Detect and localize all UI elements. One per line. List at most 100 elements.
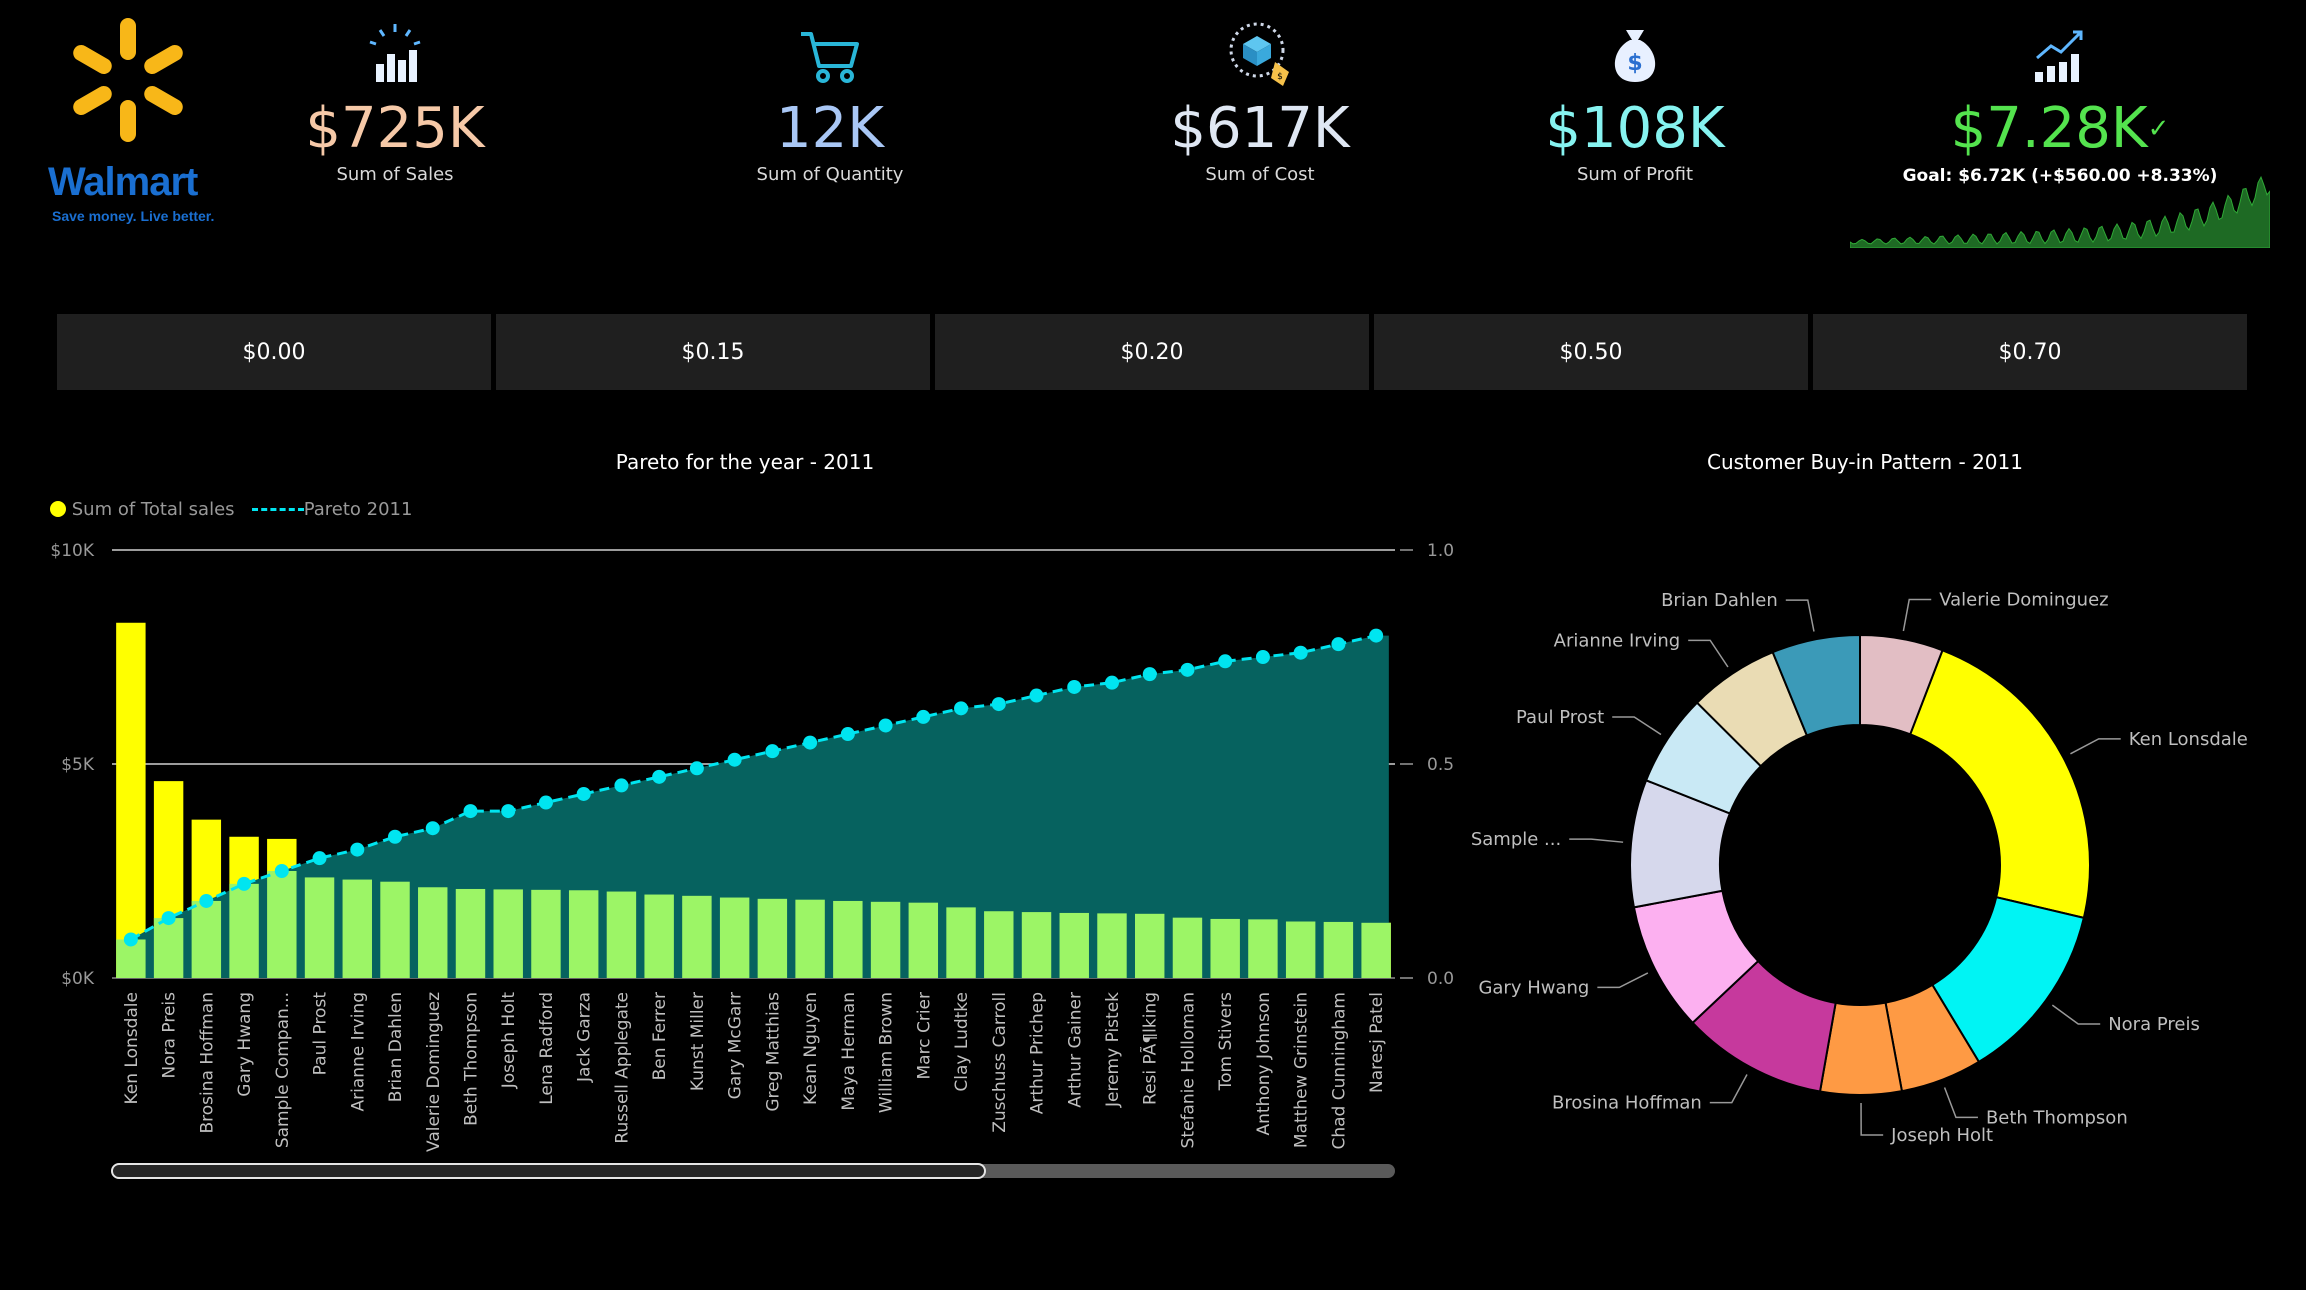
- bar-total-sales-overlay[interactable]: [380, 881, 410, 978]
- bar-total-sales-overlay[interactable]: [1021, 912, 1052, 978]
- bar-total-sales-overlay[interactable]: [493, 889, 523, 978]
- bar-total-sales-overlay[interactable]: [1172, 917, 1203, 978]
- x-tick-label: Lena Radford: [537, 992, 557, 1105]
- bar-total-sales-overlay[interactable]: [1361, 922, 1391, 978]
- pareto-point[interactable]: [991, 697, 1006, 712]
- kpi-value: $725K: [305, 96, 485, 161]
- pareto-point[interactable]: [1142, 667, 1157, 682]
- x-tick-label: Russell Applegate: [612, 992, 632, 1144]
- bar-total-sales-overlay[interactable]: [418, 887, 448, 978]
- bar-total-sales-overlay[interactable]: [1059, 912, 1089, 978]
- bar-total-sales-overlay[interactable]: [644, 894, 674, 978]
- bar-total-sales-overlay[interactable]: [304, 877, 335, 978]
- bar-total-sales-overlay[interactable]: [1323, 921, 1354, 978]
- donut-slice-label: Arianne Irving: [1554, 630, 1681, 651]
- price-tag-box-icon: $: [1229, 22, 1289, 86]
- scrollbar-thumb[interactable]: [111, 1163, 986, 1179]
- x-tick-label: Paul Prost: [311, 992, 331, 1076]
- legend-dash-icon: [251, 508, 304, 511]
- bar-chart-sparkle-icon: [369, 24, 421, 82]
- bar-total-sales-overlay[interactable]: [1210, 918, 1240, 978]
- shopping-cart-icon: [801, 32, 859, 83]
- slicer-button-0[interactable]: $0.00: [57, 314, 491, 390]
- bar-total-sales-overlay[interactable]: [870, 901, 901, 978]
- pareto-point[interactable]: [727, 752, 742, 767]
- pareto-point[interactable]: [954, 701, 969, 716]
- pareto-point[interactable]: [388, 829, 403, 844]
- bar-total-sales-overlay[interactable]: [568, 890, 599, 978]
- bar-total-sales-overlay[interactable]: [342, 879, 372, 978]
- bar-total-sales-overlay[interactable]: [833, 900, 863, 978]
- donut-slice-label: Nora Preis: [2108, 1014, 2200, 1035]
- x-tick-label: Kunst Miller: [688, 992, 708, 1091]
- pareto-point[interactable]: [614, 778, 629, 793]
- pareto-point[interactable]: [1067, 679, 1082, 694]
- bar-total-sales-overlay[interactable]: [1248, 919, 1278, 978]
- bar-total-sales-overlay[interactable]: [682, 895, 712, 978]
- pareto-point[interactable]: [274, 864, 289, 878]
- slicer-button-3[interactable]: $0.50: [1374, 314, 1808, 390]
- donut-leader-line: [1597, 972, 1649, 989]
- bar-total-sales-overlay[interactable]: [946, 907, 976, 978]
- bar-total-sales-overlay[interactable]: [229, 883, 259, 978]
- pareto-point[interactable]: [425, 821, 440, 836]
- pareto-point[interactable]: [1104, 675, 1119, 690]
- bar-total-sales-overlay[interactable]: [531, 889, 561, 978]
- pareto-point[interactable]: [803, 735, 818, 750]
- pareto-point[interactable]: [689, 761, 704, 776]
- slicer-button-4[interactable]: $0.70: [1813, 314, 2247, 390]
- bar-total-sales-overlay[interactable]: [719, 897, 750, 978]
- pareto-point[interactable]: [840, 727, 855, 742]
- pareto-point[interactable]: [765, 744, 780, 759]
- pareto-point[interactable]: [1180, 662, 1195, 677]
- slicer-button-1[interactable]: $0.15: [496, 314, 930, 390]
- slicer-button-2[interactable]: $0.20: [935, 314, 1369, 390]
- pareto-point[interactable]: [538, 795, 553, 810]
- bar-total-sales-overlay[interactable]: [1135, 913, 1165, 978]
- bar-total-sales-overlay[interactable]: [795, 899, 825, 978]
- bar-total-sales-overlay[interactable]: [606, 891, 637, 978]
- donut-leader-line: [1860, 1102, 1884, 1136]
- pareto-point[interactable]: [463, 804, 478, 819]
- pareto-point[interactable]: [1218, 654, 1233, 669]
- pareto-point[interactable]: [123, 932, 138, 947]
- bar-total-sales-overlay[interactable]: [153, 918, 184, 978]
- pareto-point[interactable]: [878, 718, 893, 733]
- pareto-point[interactable]: [312, 851, 327, 866]
- pareto-point[interactable]: [237, 876, 252, 891]
- donut-chart-title: Customer Buy-in Pattern - 2011: [1707, 450, 2023, 474]
- pareto-point[interactable]: [1255, 650, 1270, 664]
- pareto-point[interactable]: [576, 786, 591, 801]
- pareto-point[interactable]: [916, 709, 931, 724]
- kpi-card-sales: $725K Sum of Sales: [245, 20, 545, 220]
- bar-total-sales-overlay[interactable]: [908, 902, 939, 978]
- pareto-point[interactable]: [1029, 688, 1044, 703]
- bar-total-sales-overlay[interactable]: [984, 911, 1014, 978]
- pareto-point[interactable]: [1331, 637, 1346, 652]
- x-tick-label: Beth Thompson: [461, 992, 481, 1126]
- pareto-point[interactable]: [652, 769, 667, 784]
- x-tick-label: Jack Garza: [575, 992, 595, 1083]
- pareto-point[interactable]: [501, 804, 516, 819]
- bar-total-sales-overlay[interactable]: [1285, 921, 1316, 978]
- pareto-point[interactable]: [161, 911, 176, 926]
- bar-total-sales-overlay[interactable]: [455, 888, 486, 978]
- bar-total-sales[interactable]: [116, 622, 146, 978]
- bar-total-sales-overlay[interactable]: [191, 900, 222, 978]
- pareto-point[interactable]: [350, 842, 365, 857]
- bar-total-sales-overlay[interactable]: [267, 871, 297, 978]
- bar-total-sales-overlay[interactable]: [1097, 913, 1127, 978]
- pareto-point[interactable]: [1369, 628, 1384, 643]
- donut-slice-label: Valerie Dominguez: [1939, 590, 2108, 611]
- donut-leader-line: [2070, 738, 2121, 755]
- bar-total-sales-overlay[interactable]: [757, 898, 788, 978]
- x-tick-label: Arianne Irving: [348, 992, 368, 1112]
- x-tick-label: William Brown: [877, 992, 897, 1113]
- kpi-card-quantity: 12K Sum of Quantity: [680, 20, 980, 220]
- kpi-value: 12K: [776, 96, 884, 161]
- donut-slice[interactable]: [1908, 649, 2091, 920]
- donut-leader-line: [1612, 716, 1662, 736]
- donut-slice-label: Joseph Holt: [1890, 1125, 1993, 1146]
- pareto-point[interactable]: [199, 893, 214, 908]
- pareto-point[interactable]: [1293, 645, 1308, 660]
